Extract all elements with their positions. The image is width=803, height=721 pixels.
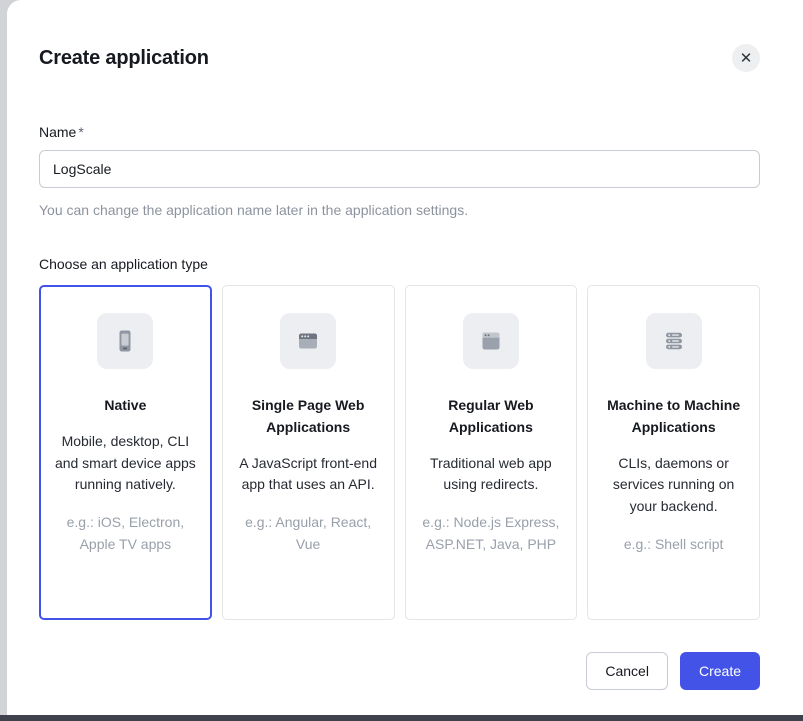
create-button[interactable]: Create xyxy=(680,652,760,690)
regular-web-icon-box xyxy=(463,313,519,369)
modal-header: Create application ✕ xyxy=(39,44,760,72)
card-examples: e.g.: Node.js Express, ASP.NET, Java, PH… xyxy=(419,512,564,555)
card-title: Single Page Web Applications xyxy=(236,395,381,438)
card-title: Regular Web Applications xyxy=(419,395,564,438)
card-examples: e.g.: iOS, Electron, Apple TV apps xyxy=(53,512,198,555)
card-machine-to-machine[interactable]: Machine to Machine Applications CLIs, da… xyxy=(587,285,760,620)
card-regular-web[interactable]: Regular Web Applications Traditional web… xyxy=(405,285,578,620)
spa-browser-icon xyxy=(292,325,324,357)
required-asterisk: * xyxy=(78,124,83,140)
native-icon-box xyxy=(97,313,153,369)
cancel-button[interactable]: Cancel xyxy=(586,652,668,690)
web-browser-icon xyxy=(475,325,507,357)
application-type-cards: Native Mobile, desktop, CLI and smart de… xyxy=(39,285,760,620)
phone-icon xyxy=(109,325,141,357)
card-single-page-web[interactable]: Single Page Web Applications A JavaScrip… xyxy=(222,285,395,620)
name-field-label: Name* xyxy=(39,124,760,140)
card-description: A JavaScript front-end app that uses an … xyxy=(236,453,381,496)
application-name-input[interactable] xyxy=(39,150,760,188)
card-native[interactable]: Native Mobile, desktop, CLI and smart de… xyxy=(39,285,212,620)
application-type-label: Choose an application type xyxy=(39,256,760,272)
name-helper-text: You can change the application name late… xyxy=(39,200,760,220)
modal-actions: Cancel Create xyxy=(39,652,760,690)
create-application-modal: Create application ✕ Name* You can chang… xyxy=(7,0,803,715)
card-examples: e.g.: Shell script xyxy=(624,534,724,556)
page-title: Create application xyxy=(39,47,209,70)
card-description: CLIs, daemons or services running on you… xyxy=(601,453,746,518)
spa-icon-box xyxy=(280,313,336,369)
server-stack-icon xyxy=(658,325,690,357)
card-description: Mobile, desktop, CLI and smart device ap… xyxy=(53,431,198,496)
background-page-edge xyxy=(0,715,803,721)
card-title: Machine to Machine Applications xyxy=(601,395,746,438)
close-icon: ✕ xyxy=(740,51,753,66)
card-description: Traditional web app using redirects. xyxy=(419,453,564,496)
m2m-icon-box xyxy=(646,313,702,369)
name-label-text: Name xyxy=(39,124,76,140)
close-button[interactable]: ✕ xyxy=(732,44,760,72)
card-examples: e.g.: Angular, React, Vue xyxy=(236,512,381,555)
card-title: Native xyxy=(104,395,146,417)
